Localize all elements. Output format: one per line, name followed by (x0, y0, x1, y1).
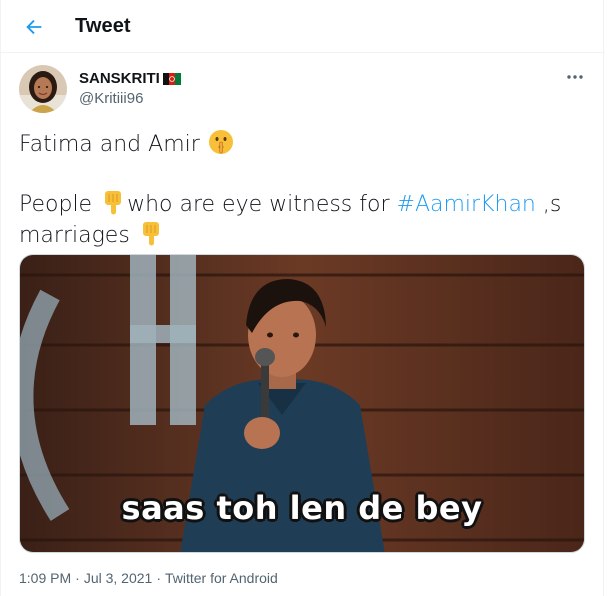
avatar[interactable] (19, 65, 67, 113)
tweet-date[interactable]: Jul 3, 2021 (84, 570, 153, 586)
tweet-media-image[interactable]: saas toh len de bey (19, 254, 585, 553)
more-options-button[interactable] (561, 65, 589, 89)
tweet-line-1: Fatima and Amir (19, 128, 587, 159)
tweet-line-3: marriages (19, 219, 587, 250)
tweet-page: Tweet SANSKRITI @Kritiii96 Fatima and Am… (0, 0, 605, 596)
shushing-face-icon (208, 130, 233, 154)
backhand-index-pointing-down-icon (105, 191, 122, 215)
afghanistan-flag-icon (162, 72, 181, 85)
tweet-time[interactable]: 1:09 PM (19, 570, 71, 586)
back-button[interactable] (17, 10, 51, 44)
meme-caption: saas toh len de bey (121, 489, 483, 527)
more-icon (567, 75, 583, 79)
display-name-row: SANSKRITI (79, 70, 181, 87)
tweet-line-2: People who are eye witness for #AamirKha… (19, 188, 587, 219)
arrow-left-icon (26, 19, 42, 35)
tweet-line-1-text: Fatima and Amir (19, 132, 207, 157)
tweet-line-2-mid: who are eye witness for (127, 192, 397, 217)
page-title: Tweet (75, 15, 131, 37)
tweet-line-2-pre: People (19, 192, 100, 217)
tweet-line-3-text: marriages (19, 223, 137, 248)
hashtag-link[interactable]: #AamirKhan (397, 192, 536, 217)
backhand-index-pointing-down-icon (142, 222, 159, 246)
user-handle[interactable]: @Kritiii96 (79, 90, 143, 107)
tweet-meta: 1:09 PM · Jul 3, 2021 · Twitter for Andr… (19, 570, 278, 586)
tweet-source[interactable]: Twitter for Android (165, 570, 278, 586)
tweet-author: SANSKRITI @Kritiii96 (19, 65, 589, 115)
meta-separator: · (156, 570, 161, 586)
display-name[interactable]: SANSKRITI (79, 70, 160, 87)
tweet-text: Fatima and Amir People who are eye witne… (19, 128, 587, 250)
top-bar: Tweet (1, 0, 605, 53)
tweet-line-2-post: ,s (535, 192, 562, 217)
meta-separator: · (75, 570, 80, 586)
